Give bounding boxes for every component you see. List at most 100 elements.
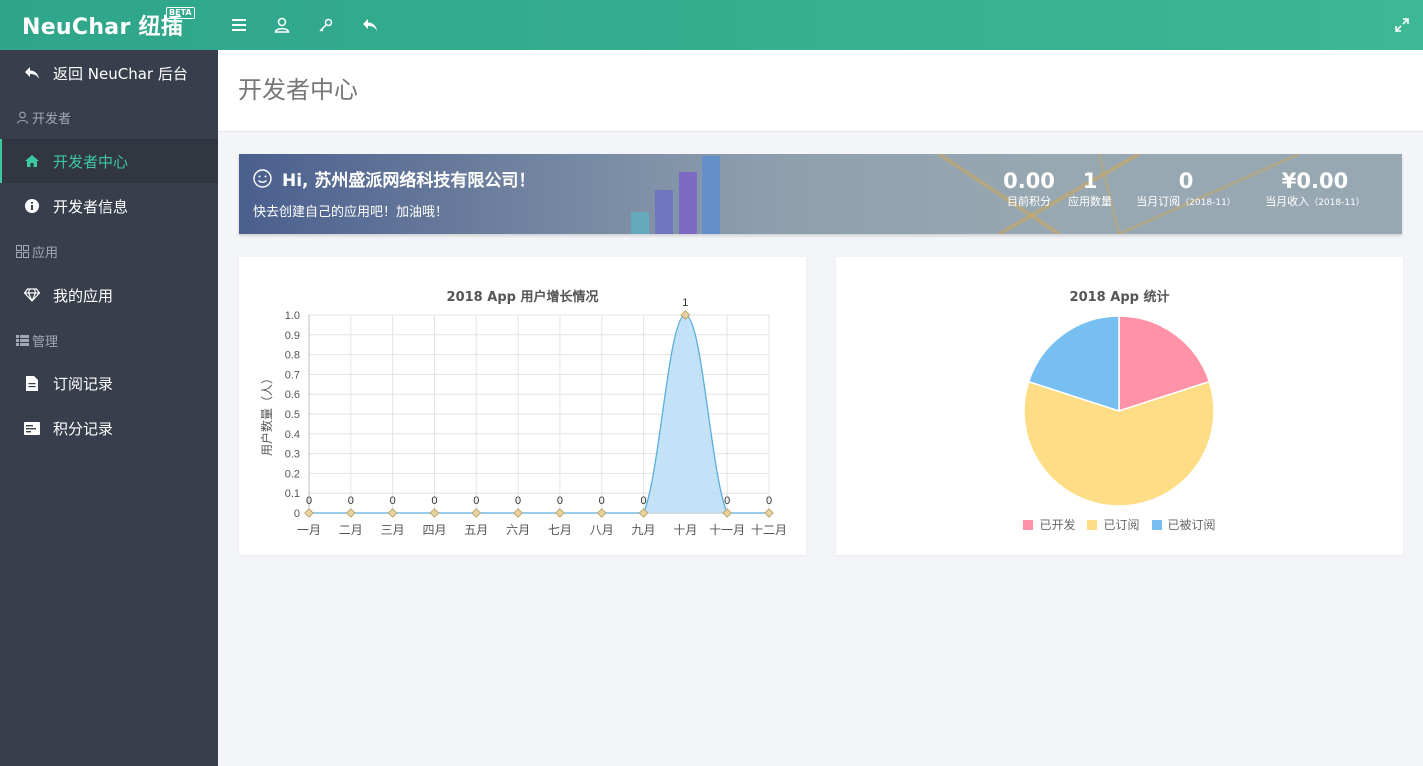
section-apps: 应用 <box>16 242 58 261</box>
welcome-banner: Hi, 苏州盛派网络科技有限公司！ 快去创建自己的应用吧！加油哦！ 0.00 目… <box>239 154 1402 234</box>
list-icon <box>16 335 29 346</box>
sidebar-item-developer-info[interactable]: 开发者信息 <box>0 184 218 228</box>
sidebar-item-subscriptions[interactable]: 订阅记录 <box>0 361 218 405</box>
x-tick-label: 三月 <box>381 523 405 537</box>
legend-item[interactable]: 已被订阅 <box>1151 516 1216 533</box>
expand-icon[interactable] <box>1390 13 1414 37</box>
beta-badge: BETA <box>166 7 195 19</box>
grid-icon <box>16 245 29 258</box>
user-outline-icon <box>16 111 29 124</box>
sidebar-item-my-apps[interactable]: 我的应用 <box>0 273 218 317</box>
legend-item[interactable]: 已订阅 <box>1087 516 1140 533</box>
sidebar: 返回 NeuChar 后台 开发者 开发者中心 开发者信息 应用 我的应用 管理… <box>0 50 218 766</box>
stat-value: 0 <box>1178 169 1194 193</box>
data-label: 0 <box>724 495 730 507</box>
data-label: 0 <box>390 495 396 507</box>
greeting-text: Hi, 苏州盛派网络科技有限公司！ <box>282 171 536 191</box>
y-tick-label: 0.7 <box>285 369 300 381</box>
data-label: 0 <box>348 495 354 507</box>
reply-icon[interactable] <box>358 13 382 37</box>
stat-monthly-subscriptions: 0 当月订阅（2018-11） <box>1129 168 1243 211</box>
app-stats-pie-chart <box>1023 315 1215 507</box>
data-point <box>346 508 356 518</box>
pie-legend: 已开发 已订阅 已被订阅 <box>836 516 1403 533</box>
y-tick-label: 1.0 <box>285 310 300 322</box>
sidebar-item-label: 我的应用 <box>53 286 114 305</box>
data-point <box>304 508 314 518</box>
home-icon <box>24 153 40 169</box>
sidebar-item-label: 订阅记录 <box>53 374 114 393</box>
menu-icon[interactable] <box>227 13 251 37</box>
data-label: 1 <box>682 297 688 309</box>
brand-logo[interactable]: NeuChar 纽插 <box>22 9 183 41</box>
y-tick-label: 0.6 <box>285 389 300 401</box>
sidebar-item-label: 积分记录 <box>53 419 114 438</box>
stat-label: 当月收入 <box>1265 195 1310 208</box>
data-point <box>387 508 398 518</box>
data-point <box>596 508 607 518</box>
y-axis-label: 用户数量（人） <box>259 372 274 456</box>
legend-item[interactable]: 已开发 <box>1023 516 1075 533</box>
y-tick-label: 0.2 <box>285 468 300 480</box>
user-growth-card: 2018 App 用户增长情况 0 0.1 0.2 0.3 0.4 0.5 0.6 0.7 0.… <box>239 257 806 555</box>
sidebar-item-points[interactable]: 积分记录 <box>0 406 218 450</box>
stat-label: 目前积分 <box>1007 195 1051 208</box>
legend-swatch <box>1023 519 1034 530</box>
data-point <box>429 508 440 518</box>
stat-label: 当月订阅 <box>1136 195 1181 208</box>
user-icon[interactable] <box>270 13 294 37</box>
y-tick-label: 0.8 <box>285 350 300 362</box>
stat-note: （2018-11） <box>1180 198 1236 208</box>
user-growth-chart: 0 0.1 0.2 0.3 0.4 0.5 0.6 0.7 0.8 0.9 1.0 一月 二月 三月 四月 五… <box>259 297 787 537</box>
data-label: 0 <box>640 495 646 507</box>
x-tick-label: 七月 <box>548 523 572 537</box>
x-tick-label: 八月 <box>590 523 614 537</box>
y-tick-label: 0.3 <box>285 449 300 461</box>
back-to-neuchar-link[interactable]: 返回 NeuChar 后台 <box>0 51 218 95</box>
ticket-icon <box>24 420 40 436</box>
x-tick-label: 二月 <box>339 523 363 537</box>
legend-label: 已订阅 <box>1103 518 1140 532</box>
file-icon <box>24 375 40 391</box>
legend-swatch <box>1151 519 1162 530</box>
greeting: Hi, 苏州盛派网络科技有限公司！ <box>253 166 535 191</box>
page-title: 开发者中心 <box>238 76 358 104</box>
y-tick-label: 0.9 <box>285 330 300 342</box>
sidebar-item-developer-center[interactable]: 开发者中心 <box>0 139 218 183</box>
legend-label: 已开发 <box>1039 518 1076 532</box>
legend-swatch <box>1087 519 1098 530</box>
y-tick-label: 0.1 <box>285 488 300 500</box>
data-point <box>555 508 565 518</box>
page-header: 开发者中心 <box>218 50 1423 132</box>
key-icon[interactable] <box>314 13 338 37</box>
info-icon <box>24 198 40 214</box>
x-tick-label: 十一月 <box>709 523 745 537</box>
stat-monthly-income: ¥0.00 当月收入（2018-11） <box>1255 168 1375 211</box>
data-label: 0 <box>431 495 437 507</box>
back-label: 返回 NeuChar 后台 <box>53 64 188 83</box>
reply-icon <box>24 65 40 81</box>
data-point <box>764 508 774 518</box>
data-label: 0 <box>515 495 521 507</box>
y-tick-label: 0.5 <box>285 409 300 421</box>
sidebar-item-label: 开发者中心 <box>53 152 129 171</box>
stat-note: （2018-11） <box>1309 198 1365 208</box>
data-point <box>513 508 523 518</box>
x-tick-label: 十月 <box>673 523 697 537</box>
x-tick-label: 五月 <box>464 523 488 537</box>
sidebar-item-label: 开发者信息 <box>53 197 129 216</box>
data-label: 0 <box>766 495 772 507</box>
data-label: 0 <box>306 495 312 507</box>
data-label: 0 <box>557 495 563 507</box>
top-navbar: NeuChar 纽插 BETA <box>0 0 1423 50</box>
x-tick-label: 六月 <box>506 523 530 537</box>
app-stats-card: 2018 App 统计 已开发 已订阅 已被订阅 <box>836 257 1403 555</box>
section-manage: 管理 <box>16 331 58 350</box>
stat-app-count: 1 应用数量 <box>1064 168 1116 210</box>
banner-subtitle: 快去创建自己的应用吧！加油哦！ <box>253 205 449 220</box>
x-tick-label: 一月 <box>297 523 321 537</box>
stat-value: 1 <box>1082 169 1098 193</box>
x-tick-label: 四月 <box>422 523 446 537</box>
y-tick-label: 0.4 <box>285 429 300 441</box>
stat-value: 0.00 <box>1003 169 1055 193</box>
